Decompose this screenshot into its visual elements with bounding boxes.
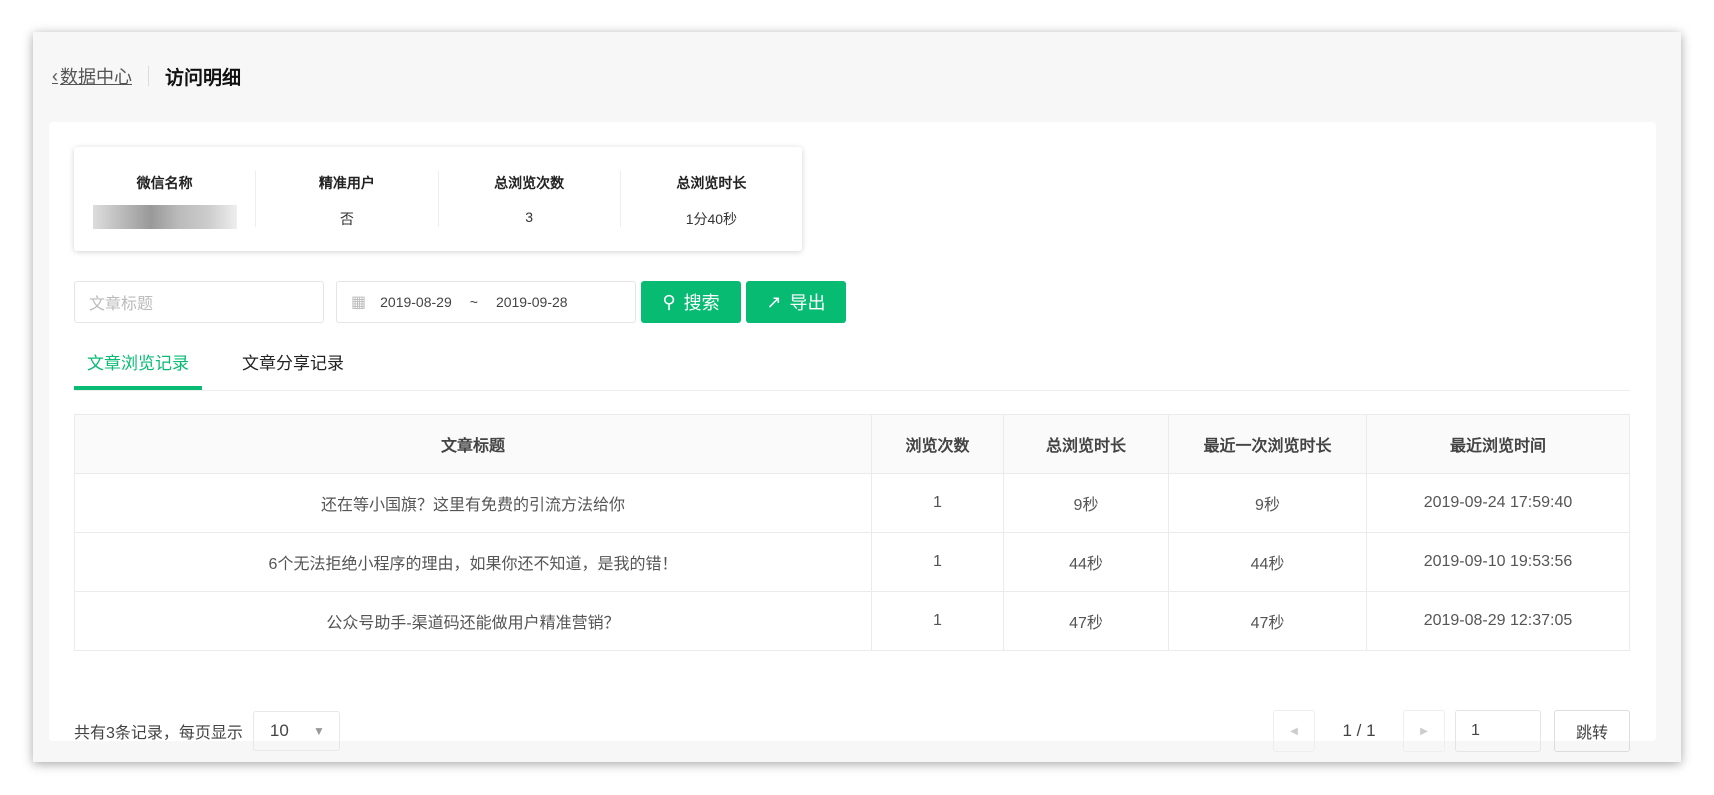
filter-bar: 文章标题 ▦ 2019-08-29 ~ 2019-09-28 ⚲ 搜索 ↗ 导出 <box>74 281 846 323</box>
cell-total-duration: 9秒 <box>1003 473 1169 533</box>
pager: ◀ 1 / 1 ▶ 1 跳转 <box>1273 710 1630 752</box>
tab-article-shares[interactable]: 文章分享记录 <box>234 344 362 390</box>
pagination-footer: 共有3条记录，每页显示 10 ▼ ◀ 1 / 1 ▶ 1 跳转 <box>74 710 1630 752</box>
cell-total-duration: 47秒 <box>1003 591 1169 651</box>
info-total-views: 总浏览次数 3 <box>437 171 620 227</box>
page-size-value: 10 <box>269 721 289 740</box>
cell-last-time: 2019-09-10 19:53:56 <box>1366 532 1630 592</box>
back-label: 数据中心 <box>60 67 132 87</box>
divider <box>148 66 149 86</box>
date-end[interactable]: 2019-09-28 <box>496 294 568 310</box>
info-label: 微信名称 <box>136 175 193 191</box>
table-header-row: 文章标题 浏览次数 总浏览时长 最近一次浏览时长 最近浏览时间 <box>74 414 1630 474</box>
blurred-wechat-name <box>92 205 237 229</box>
search-button[interactable]: ⚲ 搜索 <box>641 281 741 323</box>
prev-page-button[interactable]: ◀ <box>1273 710 1315 752</box>
article-title-input[interactable]: 文章标题 <box>74 281 324 323</box>
records-table: 文章标题 浏览次数 总浏览时长 最近一次浏览时长 最近浏览时间 还在等小国旗？这… <box>74 414 1630 651</box>
col-last-duration: 最近一次浏览时长 <box>1168 414 1367 474</box>
table-row: 6个无法拒绝小程序的理由，如果你还不知道，是我的错！ 1 44秒 44秒 2019-09… <box>74 532 1630 592</box>
page-number-input[interactable]: 1 <box>1455 710 1541 752</box>
user-info-panel: 微信名称 精准用户否 总浏览次数 3 总浏览时长 1分40秒 <box>74 147 802 251</box>
info-value: 1分40秒 <box>685 211 738 227</box>
page-size-select[interactable]: 10 ▼ <box>252 711 340 751</box>
cell-title: 公众号助手-渠道码还能做用户精准营销？ <box>74 591 872 651</box>
cell-last-duration: 47秒 <box>1168 591 1367 651</box>
cell-last-duration: 44秒 <box>1168 532 1367 592</box>
export-label: 导出 <box>789 293 826 313</box>
cell-title: 还在等小国旗？这里有免费的引流方法给你 <box>74 473 872 533</box>
cell-views: 1 <box>871 591 1004 651</box>
record-summary: 共有3条记录，每页显示 <box>74 725 243 742</box>
date-range-picker[interactable]: ▦ 2019-08-29 ~ 2019-09-28 <box>336 281 636 323</box>
page-title: 访问明细 <box>165 67 242 89</box>
caret-right-icon: ▶ <box>1420 725 1428 737</box>
chevron-left-icon: ‹ <box>52 65 58 86</box>
info-label: 总浏览时长 <box>676 175 747 191</box>
cell-views: 1 <box>871 473 1004 533</box>
col-last-time: 最近浏览时间 <box>1366 414 1630 474</box>
caret-down-icon: ▼ <box>313 724 325 738</box>
next-page-button[interactable]: ▶ <box>1403 710 1445 752</box>
cell-last-time: 2019-08-29 12:37:05 <box>1366 591 1630 651</box>
search-icon: ⚲ <box>662 291 676 312</box>
info-precise-user: 精准用户否 <box>255 171 437 227</box>
tab-bar: 文章浏览记录 文章分享记录 <box>74 344 1630 391</box>
cell-views: 1 <box>871 532 1004 592</box>
table-row: 还在等小国旗？这里有免费的引流方法给你 1 9秒 9秒 2019-09-24 17:59… <box>74 473 1630 533</box>
col-article-title: 文章标题 <box>74 414 872 474</box>
info-label: 精准用户 <box>318 175 375 191</box>
cell-last-duration: 9秒 <box>1168 473 1367 533</box>
date-start[interactable]: 2019-08-29 <box>380 294 452 310</box>
col-total-duration: 总浏览时长 <box>1003 414 1169 474</box>
content-card: 微信名称 精准用户否 总浏览次数 3 总浏览时长 1分40秒 文章标题 ▦ 2019… <box>49 122 1656 752</box>
info-total-duration: 总浏览时长 1分40秒 <box>619 171 802 227</box>
cell-title: 6个无法拒绝小程序的理由，如果你还不知道，是我的错！ <box>74 532 872 592</box>
info-wechat-name: 微信名称 <box>74 171 255 229</box>
jump-button[interactable]: 跳转 <box>1554 710 1630 752</box>
info-label: 总浏览次数 <box>494 175 565 191</box>
header: ‹ 数据中心 访问明细 <box>52 62 241 90</box>
cell-last-time: 2019-09-24 17:59:40 <box>1366 473 1630 533</box>
tab-article-views[interactable]: 文章浏览记录 <box>74 344 202 390</box>
cell-total-duration: 44秒 <box>1003 532 1169 592</box>
page-indicator: 1 / 1 <box>1342 721 1376 740</box>
date-separator: ~ <box>469 294 478 310</box>
window: ‹ 数据中心 访问明细 微信名称 精准用户否 总浏览次数 3 总浏览时长 1分40秒 … <box>33 32 1681 762</box>
back-link[interactable]: ‹ 数据中心 <box>52 63 132 89</box>
export-icon: ↗ <box>766 291 782 312</box>
search-label: 搜索 <box>683 293 720 313</box>
col-view-count: 浏览次数 <box>871 414 1004 474</box>
caret-left-icon: ◀ <box>1290 725 1298 737</box>
info-value: 3 <box>525 209 534 225</box>
export-button[interactable]: ↗ 导出 <box>746 281 846 323</box>
info-value: 否 <box>339 211 354 227</box>
table-row: 公众号助手-渠道码还能做用户精准营销？ 1 47秒 47秒 2019-08-29 12:… <box>74 591 1630 651</box>
calendar-icon: ▦ <box>351 294 367 311</box>
